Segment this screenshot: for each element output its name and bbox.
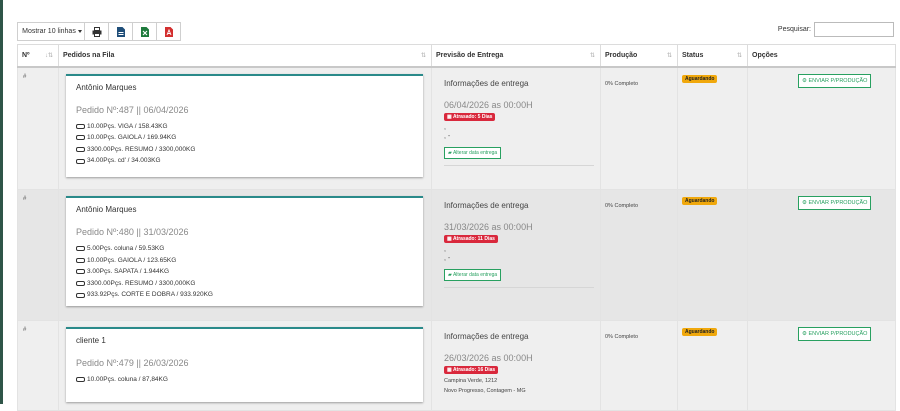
search-input[interactable] <box>814 22 894 37</box>
order-item: 10.00Pçs. coluna / 87,84KG <box>76 374 415 386</box>
row-number: # <box>23 73 27 80</box>
late-badge: ▦ Atrasado: 16 Dias <box>444 366 499 374</box>
print-icon <box>92 26 101 37</box>
col-header-previsao[interactable]: Previsão de Entrega ⇅ <box>431 44 601 68</box>
excel-icon <box>140 26 149 37</box>
row-number: # <box>23 327 27 333</box>
truck-icon <box>76 246 85 252</box>
change-delivery-date-button[interactable]: ▰ Alterar data entrega <box>444 146 502 159</box>
order-card: Antônio Marques Pedido Nº:487 || 06/04/2… <box>66 73 423 177</box>
sort-icon: ⇅ <box>420 53 426 59</box>
client-name: cliente 1 <box>76 336 106 345</box>
address-line: , <box>444 123 446 131</box>
delivery-title: Informações de entrega <box>444 78 529 88</box>
order-card: Antônio Marques Pedido Nº:480 || 31/03/2… <box>66 196 423 306</box>
delivery-info: Informações de entrega 26/03/2026 as 00:… <box>444 332 594 402</box>
delivery-date: 31/03/2026 as 00:00H <box>444 222 533 232</box>
truck-icon <box>76 146 85 152</box>
late-badge: ▦ Atrasado: 5 Dias <box>444 112 496 121</box>
left-edge-strip <box>0 0 3 404</box>
sort-icon: ⇅ <box>736 53 742 59</box>
send-to-production-button[interactable]: ⚙ ENVIAR P/PRODUÇÃO <box>798 327 872 341</box>
client-name: Antônio Marques <box>76 82 137 92</box>
table-row: # Antônio Marques Pedido Nº:487 || 06/04… <box>17 66 896 190</box>
status-badge: Aguardando <box>682 74 718 83</box>
truck-icon <box>76 123 85 129</box>
address-city: Novo Progresso, Contagem - MG <box>444 388 526 394</box>
delivery-title: Informações de entrega <box>444 332 529 341</box>
change-delivery-date-button[interactable]: ▰ Alterar data entrega <box>444 269 502 281</box>
order-item: 3.00Pçs. SAPATA / 1.944KG <box>76 266 415 278</box>
print-button[interactable] <box>84 22 109 41</box>
late-badge: ▦ Atrasado: 11 Dias <box>444 235 498 243</box>
address-line: , - <box>444 255 451 262</box>
sort-icon: ↓⇅ <box>44 53 53 59</box>
address-line: , - <box>444 132 451 140</box>
page-length-dropdown[interactable]: Mostrar 10 linhas <box>17 22 85 41</box>
production-progress: 0% Completo <box>605 80 639 87</box>
order-number: Pedido Nº:479 || 26/03/2026 <box>76 358 189 368</box>
client-name: Antônio Marques <box>76 205 137 214</box>
order-item: 10.00Pçs. GAIOLA / 169.94KG <box>76 132 415 144</box>
address-line: , <box>444 246 446 253</box>
pdf-icon <box>164 26 173 37</box>
caret-down-icon <box>77 30 82 33</box>
col-header-status[interactable]: Status ⇅ <box>677 44 748 68</box>
table-toolbar: Mostrar 10 linhas <box>17 22 181 41</box>
col-header-opcoes: Opções <box>747 44 896 68</box>
delivery-info: Informações de entrega 06/04/2026 as 00:… <box>444 79 594 166</box>
sort-icon: ⇅ <box>666 53 672 59</box>
delivery-title: Informações de entrega <box>444 201 529 210</box>
order-number: Pedido Nº:487 || 06/04/2026 <box>76 104 189 115</box>
truck-icon <box>76 257 85 263</box>
delivery-date: 06/04/2026 as 00:00H <box>444 99 533 110</box>
search-area: Pesquisar: <box>778 22 894 37</box>
sort-icon: ⇅ <box>589 53 595 59</box>
table-header-row: Nº ↓⇅ Pedidos na Fila ⇅ Previsão de Entreg… <box>17 44 896 68</box>
row-number: # <box>23 196 27 202</box>
truck-icon <box>76 269 85 275</box>
col-header-num[interactable]: Nº ↓⇅ <box>17 44 59 68</box>
order-number: Pedido Nº:480 || 31/03/2026 <box>76 227 189 237</box>
page-length-label: Mostrar 10 linhas <box>22 28 76 35</box>
orders-table: Nº ↓⇅ Pedidos na Fila ⇅ Previsão de Entreg… <box>17 44 896 411</box>
order-item: 3300.00Pçs. RESUMO / 3300,000KG <box>76 144 415 156</box>
order-item: 3300.00Pçs. RESUMO / 3300,000KG <box>76 278 415 290</box>
csv-button[interactable] <box>108 22 133 41</box>
delivery-date: 26/03/2026 as 00:00H <box>444 353 533 363</box>
send-to-production-button[interactable]: ⚙ ENVIAR P/PRODUÇÃO <box>798 73 872 88</box>
truck-icon <box>76 158 85 164</box>
truck-icon <box>76 292 85 298</box>
truck-icon <box>76 377 85 383</box>
pdf-button[interactable] <box>156 22 181 41</box>
table-row: # Antônio Marques Pedido Nº:480 || 31/03… <box>17 189 896 321</box>
order-item: 933.92Pçs. CORTE E DOBRA / 933.920KG <box>76 289 415 301</box>
status-badge: Aguardando <box>682 328 718 336</box>
search-label: Pesquisar: <box>777 26 811 33</box>
truck-icon <box>76 281 85 287</box>
delivery-info: Informações de entrega 31/03/2026 as 00:… <box>444 201 594 288</box>
send-to-production-button[interactable]: ⚙ ENVIAR P/PRODUÇÃO <box>798 196 872 210</box>
table-row: # cliente 1 Pedido Nº:479 || 26/03/2026 … <box>17 320 896 411</box>
order-item: 10.00Pçs. GAIOLA / 123.65KG <box>76 255 415 267</box>
production-progress: 0% Completo <box>605 334 639 340</box>
excel-button[interactable] <box>132 22 157 41</box>
truck-icon <box>76 135 85 141</box>
status-badge: Aguardando <box>682 197 718 205</box>
order-item: 5.00Pçs. coluna / 59.53KG <box>76 243 415 255</box>
col-header-pedidos[interactable]: Pedidos na Fila ⇅ <box>58 44 432 68</box>
order-item: 10.00Pçs. VIGA / 158.43KG <box>76 121 415 133</box>
col-header-producao[interactable]: Produção ⇅ <box>600 44 678 68</box>
csv-icon <box>116 26 125 37</box>
order-item: 34.00Pçs. cd' / 34.003KG <box>76 155 415 167</box>
address-street: Campina Verde, 1212 <box>444 378 498 384</box>
order-card: cliente 1 Pedido Nº:479 || 26/03/2026 10… <box>66 327 423 402</box>
production-progress: 0% Completo <box>605 203 639 209</box>
